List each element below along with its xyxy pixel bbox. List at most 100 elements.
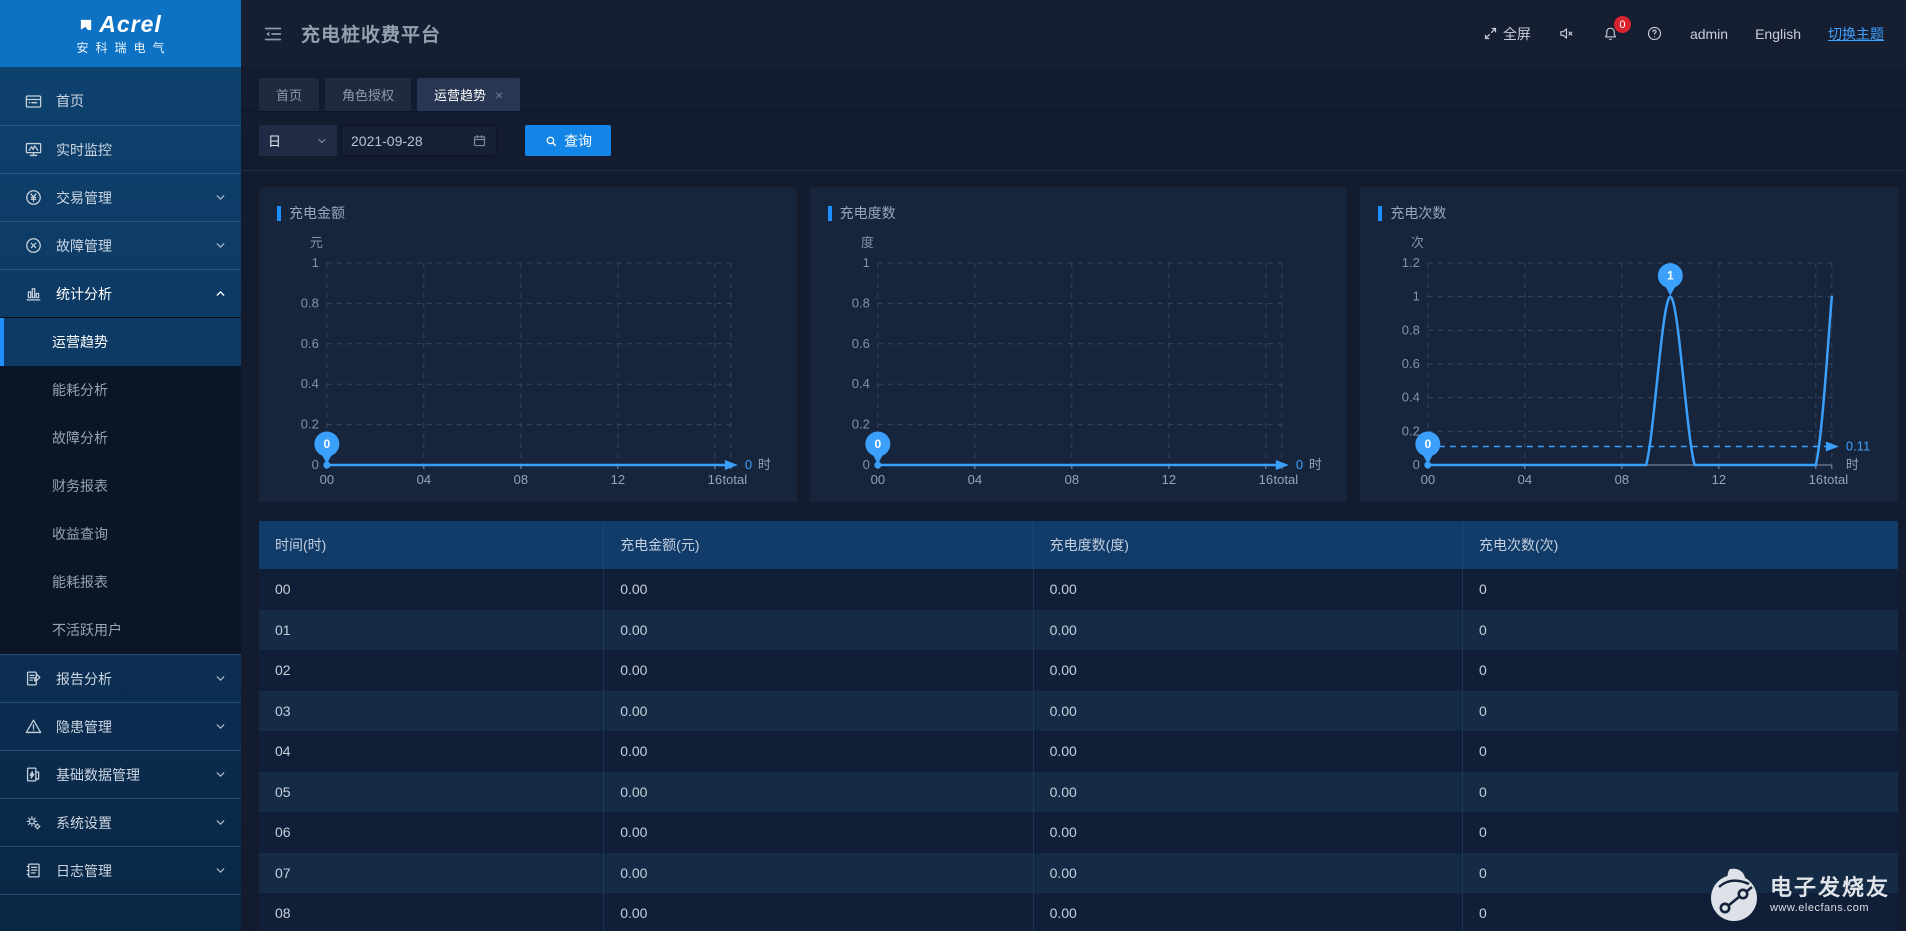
- svg-text:0.2: 0.2: [301, 417, 319, 432]
- tab-close-icon[interactable]: ×: [495, 88, 503, 102]
- svg-text:total: total: [1824, 472, 1849, 487]
- filter-bar: 日 2021-09-28 查询: [241, 112, 1906, 171]
- svg-text:total: total: [1273, 472, 1298, 487]
- svg-text:0: 0: [312, 457, 319, 472]
- tab[interactable]: 运营趋势 ×: [417, 78, 521, 111]
- table-cell: 0.00: [1032, 771, 1462, 812]
- sidebar-item-label: 日志管理: [56, 862, 112, 879]
- table-cell: 0: [1462, 812, 1898, 853]
- period-select[interactable]: 日: [259, 125, 337, 156]
- monitor-icon: [24, 140, 43, 159]
- logs-icon: [24, 861, 43, 880]
- table-body: 00 0.00 0.00 0 01 0.00 0.00 0 02 0.00 0.00 0 03 0.00 0…: [259, 569, 1898, 931]
- svg-text:0.2: 0.2: [1402, 423, 1420, 438]
- svg-text:1: 1: [1413, 289, 1420, 304]
- table-cell: 0: [1462, 569, 1898, 610]
- table-row: 06 0.00 0.00 0: [259, 812, 1898, 853]
- sidebar-subitem[interactable]: 收益查询: [0, 510, 241, 558]
- user-name[interactable]: admin: [1690, 26, 1728, 42]
- search-icon: [546, 136, 557, 146]
- sidebar-item[interactable]: 日志管理: [0, 846, 241, 894]
- svg-text:0.4: 0.4: [851, 376, 869, 391]
- transaction-icon: [24, 188, 43, 207]
- sidebar-item[interactable]: 基础数据管理: [0, 750, 241, 798]
- svg-text:total: total: [723, 472, 748, 487]
- fault-icon: [24, 236, 43, 255]
- svg-text:0.4: 0.4: [1402, 390, 1420, 405]
- sidebar-item-label: 隐患管理: [56, 718, 112, 735]
- chart-title-text: 充电度数: [839, 205, 896, 221]
- theme-switch-link[interactable]: 切换主题: [1828, 24, 1884, 44]
- brand-logo: Acrel 安科瑞电气: [0, 0, 241, 67]
- sidebar-divider: [0, 894, 241, 924]
- table-cell: 0.00: [1032, 569, 1462, 610]
- sidebar-item[interactable]: 故障管理: [0, 221, 241, 269]
- svg-text:时: 时: [1846, 457, 1859, 472]
- chart-title-text: 充电金额: [289, 205, 345, 221]
- elecfans-logo-icon: [1710, 868, 1757, 921]
- tab-bar: 首页 角色授权 运营趋势 ×: [241, 67, 1906, 112]
- sidebar-item-label: 基础数据管理: [56, 766, 140, 783]
- sidebar-item[interactable]: 报告分析: [0, 654, 241, 702]
- table-header-cell: 充电度数(度): [1032, 521, 1462, 569]
- app-root: Acrel 安科瑞电气 首页 实时监控 交易管理 故障管理 统计分析 运营趋势 能耗分析 故障…: [0, 0, 1906, 931]
- sidebar-item[interactable]: 系统设置: [0, 798, 241, 846]
- table-cell: 0.00: [1032, 893, 1462, 931]
- tab[interactable]: 首页: [259, 78, 320, 111]
- table-row: 04 0.00 0.00 0: [259, 731, 1898, 772]
- date-input[interactable]: 2021-09-28: [341, 125, 497, 156]
- language-switch[interactable]: English: [1755, 26, 1801, 42]
- report-icon: [24, 669, 43, 688]
- data-table: 时间(时) 充电金额(元) 充电度数(度) 充电次数(次) 00 0.00 0.00 0 01 0…: [259, 521, 1898, 931]
- chevron-up-icon: [214, 287, 227, 300]
- table-cell: 00: [275, 581, 291, 598]
- sidebar-submenu: 运营趋势 能耗分析 故障分析 财务报表 收益查询 能耗报表 不活跃用户: [0, 317, 241, 654]
- sidebar-subitem[interactable]: 不活跃用户: [0, 606, 241, 654]
- fullscreen-button[interactable]: 全屏: [1482, 24, 1531, 44]
- title-accent-bar: [827, 205, 832, 221]
- menu-fold-icon[interactable]: [262, 23, 284, 45]
- table-header-cell: 充电次数(次): [1462, 521, 1898, 569]
- tab-label: 运营趋势: [434, 88, 487, 103]
- table-cell: 0.00: [1032, 650, 1462, 691]
- sidebar-item[interactable]: 首页: [0, 77, 241, 125]
- svg-text:04: 04: [967, 472, 981, 487]
- svg-text:08: 08: [1615, 472, 1629, 487]
- tab[interactable]: 角色授权: [325, 78, 412, 111]
- table-cell: 06: [275, 824, 291, 841]
- query-button-label: 查询: [564, 132, 592, 149]
- table-cell: 0.00: [603, 609, 1032, 650]
- help-button[interactable]: [1646, 25, 1663, 42]
- help-icon: [1647, 26, 1662, 41]
- table-cell: 03: [275, 702, 291, 719]
- title-accent-bar: [1378, 205, 1383, 221]
- svg-text:0: 0: [1425, 437, 1432, 451]
- svg-text:0: 0: [745, 457, 752, 472]
- chevron-down-icon: [214, 816, 227, 829]
- svg-text:元: 元: [310, 235, 323, 250]
- speaker-mute-icon: [1560, 28, 1573, 39]
- mute-button[interactable]: [1558, 25, 1575, 42]
- sidebar-subitem[interactable]: 运营趋势: [0, 318, 241, 366]
- svg-text:1: 1: [1667, 269, 1674, 283]
- notifications-button[interactable]: 0: [1602, 16, 1631, 42]
- table-cell: 08: [275, 905, 291, 922]
- sidebar-item[interactable]: 隐患管理: [0, 702, 241, 750]
- chart-cards: 充电金额元 0 0.2 0.4 0.6 0.8 1 00 04 08 12 16 total 0 时 0 充电度…: [259, 187, 1899, 502]
- sidebar-subitem[interactable]: 故障分析: [0, 414, 241, 462]
- sidebar-item-label: 实时监控: [56, 141, 112, 158]
- svg-text:00: 00: [320, 472, 334, 487]
- sidebar-subitem[interactable]: 能耗分析: [0, 366, 241, 414]
- sidebar-item[interactable]: 实时监控: [0, 125, 241, 173]
- sidebar-subitem[interactable]: 财务报表: [0, 462, 241, 510]
- stats-icon: [24, 284, 43, 303]
- sidebar-item[interactable]: 统计分析: [0, 269, 241, 317]
- table-row: 08 0.00 0.00 0: [259, 893, 1898, 931]
- table-cell: 0.00: [603, 569, 1032, 610]
- line-chart: 度00.20.40.60.8100 04 08 12 16 total0 时0: [851, 235, 1321, 487]
- sidebar-item[interactable]: 交易管理: [0, 173, 241, 221]
- calendar-icon: [473, 134, 486, 147]
- sidebar-subitem[interactable]: 能耗报表: [0, 558, 241, 606]
- query-button[interactable]: 查询: [525, 125, 611, 156]
- svg-text:12: 12: [1161, 472, 1175, 487]
